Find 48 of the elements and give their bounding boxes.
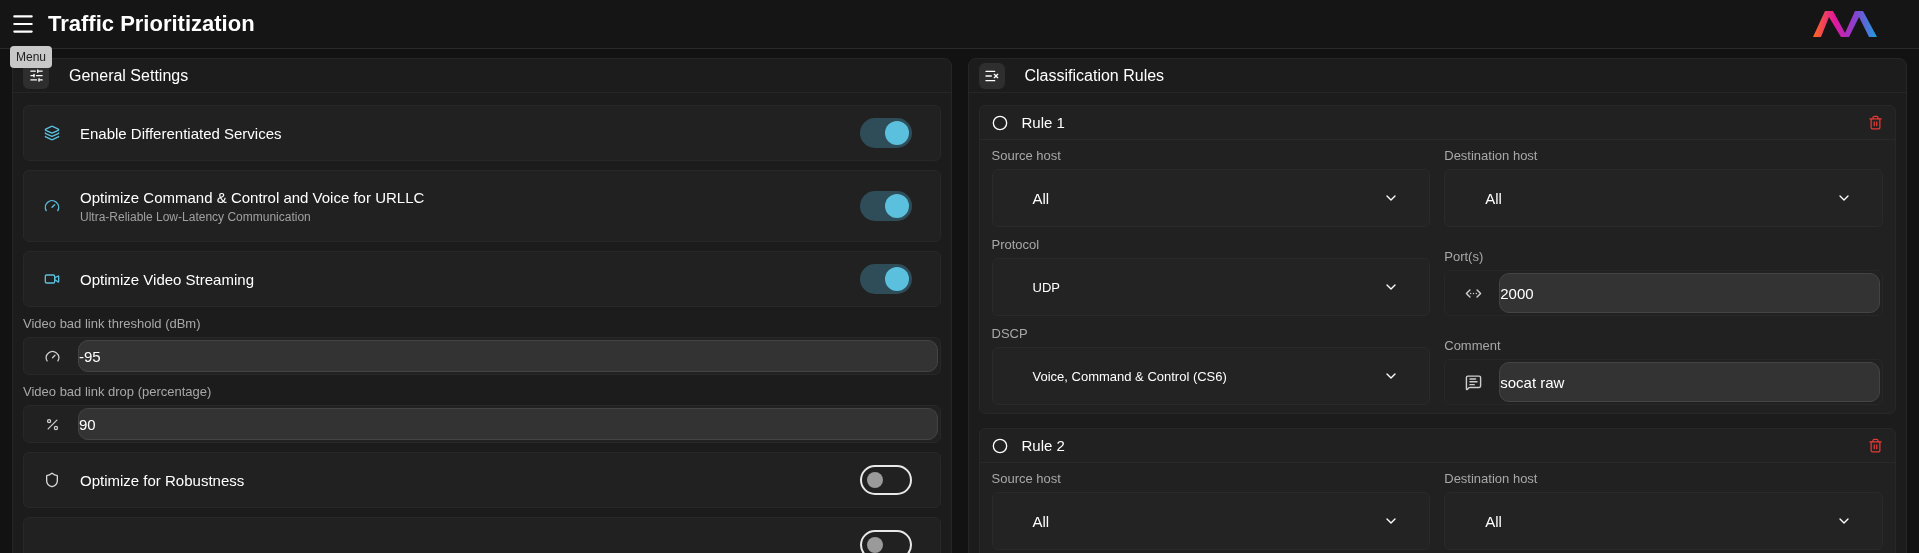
setting-description: Ultra-Reliable Low-Latency Communication (80, 209, 312, 224)
layers-icon (44, 125, 60, 141)
toggle-switch[interactable] (859, 530, 912, 553)
radio-circle-icon[interactable] (991, 437, 1008, 454)
field-label: Comment (1444, 338, 1502, 353)
video-camera-icon (44, 271, 60, 287)
rule-title: Rule 1 (1021, 114, 1066, 131)
input-field[interactable]: -95 (23, 337, 941, 375)
field-label: Source host (991, 471, 1062, 486)
input-field[interactable]: 2000 (1444, 270, 1883, 316)
comment-icon (1464, 373, 1482, 391)
toggle-switch[interactable] (859, 118, 912, 148)
input-field[interactable]: socat raw (1444, 359, 1883, 405)
panel-title: Classification Rules (1024, 66, 1165, 85)
setting-label: Optimize for Robustness (80, 471, 246, 489)
delete-icon[interactable] (1868, 438, 1883, 453)
page-title: Traffic Prioritization (48, 11, 256, 37)
select-dropdown[interactable]: All (991, 492, 1431, 550)
percent-icon (44, 416, 60, 432)
radio-circle-icon[interactable] (991, 114, 1008, 131)
field-label: Video bad link threshold (dBm) (23, 316, 202, 331)
select-dropdown[interactable]: All (1444, 169, 1883, 227)
setting-label: Optimize Command & Control and Voice for URLLC (80, 188, 426, 206)
setting-label: Enable Differentiated Services (80, 124, 283, 142)
field-label: Video bad link drop (percentage) (23, 384, 213, 399)
delete-icon[interactable] (1868, 115, 1883, 130)
select-dropdown[interactable]: UDP (991, 258, 1431, 316)
toggle-switch[interactable] (859, 264, 912, 294)
list-x-icon[interactable] (978, 62, 1005, 89)
toggle-switch[interactable] (859, 465, 912, 495)
field-label: Port(s) (1444, 249, 1485, 264)
field-label: Destination host (1444, 471, 1539, 486)
setting-label: Optimize Video Streaming (80, 270, 255, 288)
field-label: Protocol (991, 237, 1041, 252)
field-label: Source host (991, 148, 1062, 163)
shield-icon (44, 472, 60, 488)
select-dropdown[interactable]: All (1444, 492, 1883, 550)
field-label: DSCP (991, 326, 1029, 341)
select-dropdown[interactable]: Voice, Command & Control (CS6) (991, 347, 1431, 405)
field-label: Destination host (1444, 148, 1539, 163)
toggle-switch[interactable] (859, 191, 912, 221)
gauge-icon (44, 198, 60, 214)
select-dropdown[interactable]: All (991, 169, 1431, 227)
input-field[interactable]: 90 (23, 405, 941, 443)
gauge-icon (44, 348, 60, 364)
rule-title: Rule 2 (1021, 437, 1066, 454)
panel-title: General Settings (69, 66, 189, 85)
tooltip: Menu (10, 46, 53, 68)
